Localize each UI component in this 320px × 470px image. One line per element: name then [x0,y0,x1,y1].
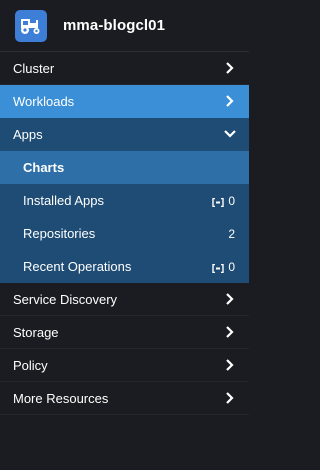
apps-subitem-charts[interactable]: Charts [0,151,249,184]
subitem-label: Repositories [23,226,96,241]
subitem-label: Charts [23,160,65,175]
nav-item-label: Policy [13,357,48,373]
apps-subitem-repositories[interactable]: Repositories 2 [0,217,249,250]
badge-count: 0 [228,259,235,274]
bracket-dot-icon [212,196,225,208]
nav-item-label: Service Discovery [13,291,118,307]
nav-item-apps[interactable]: Apps [0,118,249,151]
chevron-down-icon [222,126,238,142]
chevron-right-icon [222,291,238,307]
tractor-icon [15,9,47,42]
count-badge: 2 [228,227,235,241]
chevron-right-icon [222,324,238,340]
apps-subitem-installed-apps[interactable]: Installed Apps 0 [0,184,249,217]
badge-count: 0 [228,193,235,208]
nav-item-service-discovery[interactable]: Service Discovery [0,283,249,316]
cluster-header[interactable]: mma-blogcl01 [0,0,249,52]
chevron-right-icon [222,93,238,109]
chevron-right-icon [222,357,238,373]
nav-item-label: Workloads [13,93,75,109]
count-badge: 0 [212,260,235,274]
subitem-label: Installed Apps [23,193,104,208]
badge-count: 2 [228,226,235,241]
nav-item-more-resources[interactable]: More Resources [0,382,249,415]
sidebar: mma-blogcl01 Cluster Workloads Apps Char… [0,0,249,470]
nav-item-label: Cluster [13,60,55,76]
cluster-name: mma-blogcl01 [63,17,166,34]
count-badge: 0 [212,194,235,208]
nav-item-storage[interactable]: Storage [0,316,249,349]
nav-item-policy[interactable]: Policy [0,349,249,382]
nav-item-label: Storage [13,324,59,340]
apps-subitem-recent-operations[interactable]: Recent Operations 0 [0,250,249,283]
chevron-right-icon [222,390,238,406]
nav-item-cluster[interactable]: Cluster [0,52,249,85]
bracket-dot-icon [212,262,225,274]
nav-item-label: Apps [13,126,43,142]
nav-item-label: More Resources [13,390,109,406]
nav-item-workloads[interactable]: Workloads [0,85,249,118]
chevron-right-icon [222,60,238,76]
subitem-label: Recent Operations [23,259,132,274]
